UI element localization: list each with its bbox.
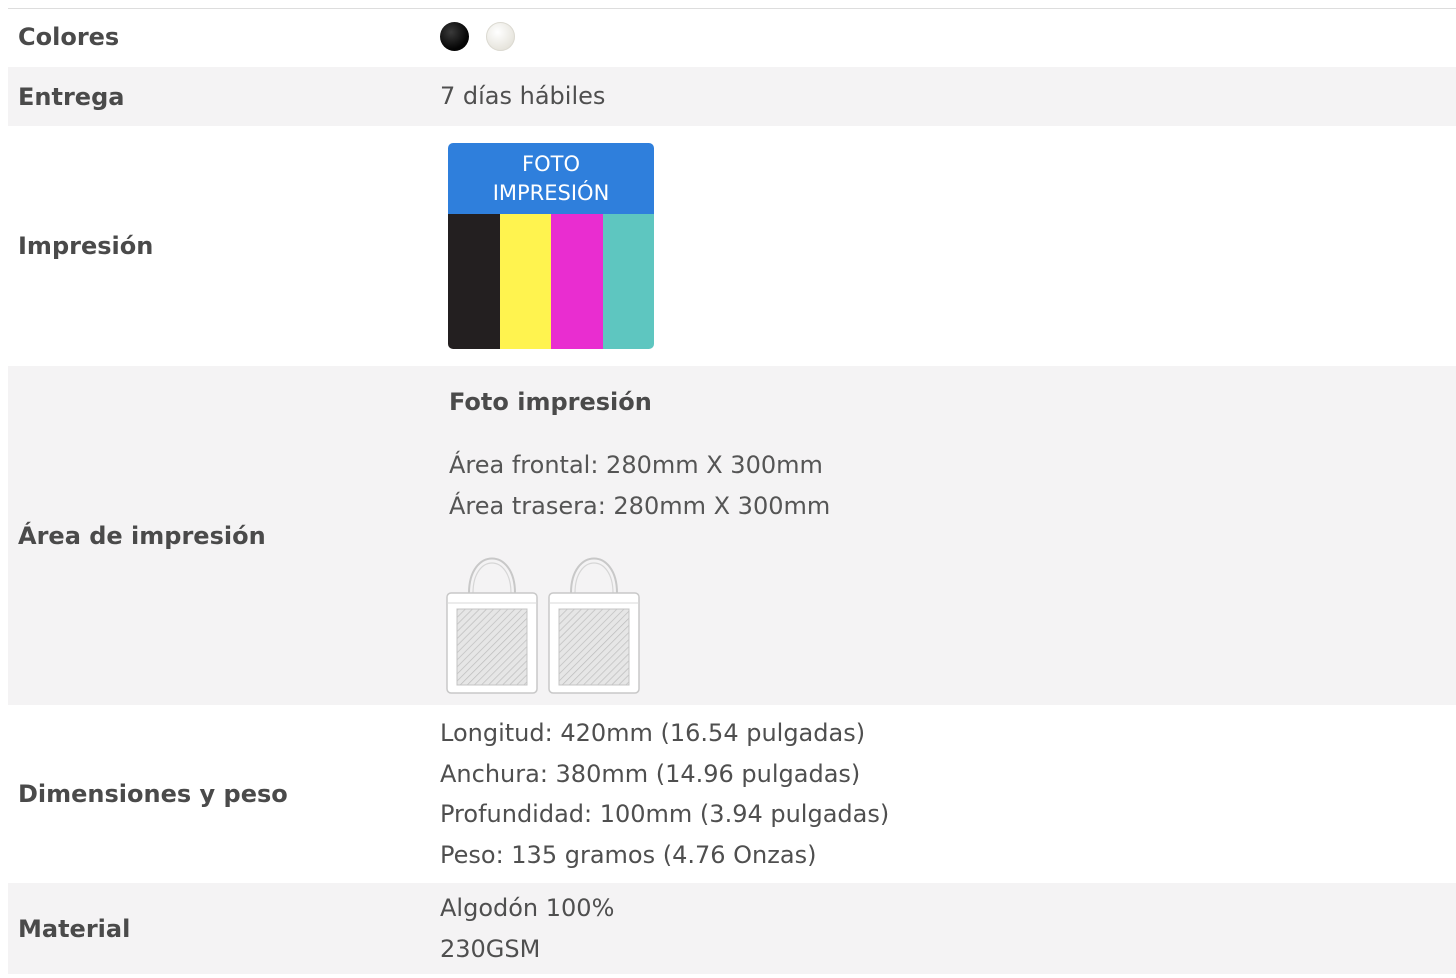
value-area: Foto impresión Área frontal: 280mm X 300…	[440, 374, 1456, 697]
label-material: Material	[18, 914, 131, 943]
value-material: Algodón 100% 230GSM	[440, 888, 1456, 969]
tote-bag-back-icon	[548, 557, 640, 694]
label-dimensiones: Dimensiones y peso	[18, 780, 288, 808]
badge-header: FOTO IMPRESIÓN	[448, 143, 654, 214]
bar-magenta	[551, 214, 603, 349]
row-entrega: Entrega 7 días hábiles	[8, 67, 1456, 126]
dim-profundidad: Profundidad: 100mm (3.94 pulgadas)	[440, 800, 890, 828]
swatch-natural[interactable]	[486, 22, 515, 51]
row-impresion: Impresión FOTO IMPRESIÓN	[8, 126, 1456, 366]
bar-yellow	[499, 214, 551, 349]
label-area: Área de impresión	[18, 521, 266, 550]
row-colores: Colores	[8, 9, 1456, 67]
row-dimensiones: Dimensiones y peso Longitud: 420mm (16.5…	[8, 705, 1456, 883]
color-swatches	[440, 9, 1456, 51]
dim-peso: Peso: 135 gramos (4.76 Onzas)	[440, 840, 817, 869]
material-weight: 230GSM	[440, 934, 541, 963]
area-front: Área frontal: 280mm X 300mm	[449, 450, 823, 479]
tote-bag-front-icon	[446, 557, 538, 694]
value-entrega: 7 días hábiles	[440, 82, 606, 111]
swatch-black[interactable]	[440, 22, 469, 51]
row-material: Material Algodón 100% 230GSM	[8, 883, 1456, 974]
label-impresion: Impresión	[18, 232, 154, 260]
value-impresion: FOTO IMPRESIÓN	[440, 143, 1456, 349]
product-spec-table: Colores Entrega 7 días hábiles Impresión…	[8, 8, 1456, 974]
material-composition: Algodón 100%	[440, 894, 615, 922]
dim-anchura: Anchura: 380mm (14.96 pulgadas)	[440, 759, 861, 788]
foto-impresion-badge: FOTO IMPRESIÓN	[448, 143, 654, 349]
bag-diagrams	[445, 537, 1456, 697]
badge-line1: FOTO	[522, 151, 580, 176]
label-entrega: Entrega	[18, 82, 125, 111]
dim-longitud: Longitud: 420mm (16.54 pulgadas)	[440, 719, 866, 747]
badge-line2: IMPRESIÓN	[492, 180, 610, 205]
label-colores: Colores	[18, 23, 120, 51]
bar-cyan	[602, 214, 654, 349]
bar-black	[448, 214, 500, 349]
area-back: Área trasera: 280mm X 300mm	[449, 491, 831, 520]
badge-color-bars	[448, 214, 654, 349]
row-area-impresion: Área de impresión Foto impresión Área fr…	[8, 366, 1456, 705]
area-title: Foto impresión	[449, 388, 652, 417]
value-dimensiones: Longitud: 420mm (16.54 pulgadas) Anchura…	[440, 713, 1456, 875]
